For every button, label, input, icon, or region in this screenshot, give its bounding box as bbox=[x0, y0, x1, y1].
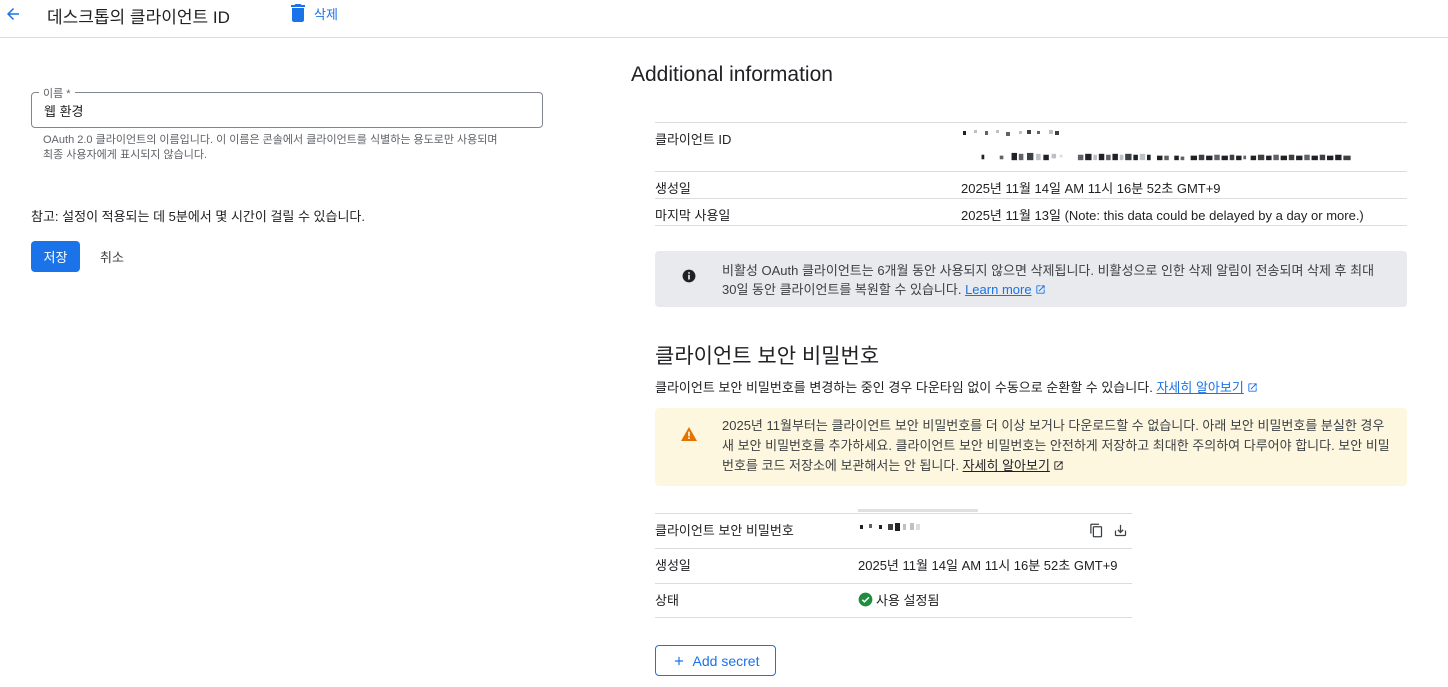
learn-more-secret-label: 자세히 알아보기 bbox=[1156, 380, 1244, 395]
check-circle-icon bbox=[858, 592, 873, 607]
secret-warning-banner: 2025년 11월부터는 클라이언트 보안 비밀번호를 더 이상 보거나 다운로… bbox=[655, 408, 1407, 486]
warning-icon bbox=[681, 427, 697, 441]
helper-line-1: OAuth 2.0 클라이언트의 이름입니다. 이 이름은 콘솔에서 클라이언트… bbox=[43, 134, 498, 146]
redacted-client-id-line-2 bbox=[981, 152, 1351, 161]
top-bar: 데스크톱의 클라이언트 ID 삭제 bbox=[0, 0, 1448, 38]
page-title: 데스크톱의 클라이언트 ID bbox=[47, 8, 230, 27]
additional-info-title: Additional information bbox=[631, 63, 833, 86]
learn-more-label: Learn more bbox=[965, 282, 1032, 297]
copy-icon bbox=[1089, 523, 1102, 537]
info-key: 클라이언트 ID bbox=[655, 132, 732, 147]
client-secret-title: 클라이언트 보안 비밀번호 bbox=[655, 345, 880, 368]
redacted-secret bbox=[860, 523, 920, 531]
cancel-button[interactable]: 취소 bbox=[92, 241, 132, 272]
secret-row-value: 클라이언트 보안 비밀번호 bbox=[655, 513, 1132, 548]
info-row-created: 생성일 2025년 11월 14일 AM 11시 16분 52초 GMT+9 bbox=[655, 171, 1407, 198]
learn-more-warning-label: 자세히 알아보기 bbox=[962, 458, 1050, 473]
inactive-client-notice: 비활성 OAuth 클라이언트는 6개월 동안 사용되지 않으면 삭제됩니다. … bbox=[655, 251, 1407, 307]
client-secret-desc-text: 클라이언트 보안 비밀번호를 변경하는 중인 경우 다운타임 없이 수동으로 순… bbox=[655, 380, 1153, 395]
secret-column-indicator bbox=[858, 509, 978, 512]
plus-icon bbox=[674, 656, 683, 665]
trash-icon bbox=[291, 4, 305, 22]
delete-label: 삭제 bbox=[314, 6, 338, 22]
info-icon bbox=[682, 269, 696, 283]
open-in-new-icon bbox=[1035, 285, 1045, 294]
arrow-left-icon bbox=[7, 8, 19, 20]
notice-text: 비활성 OAuth 클라이언트는 6개월 동안 사용되지 않으면 삭제됩니다. … bbox=[722, 263, 1375, 297]
secret-row-created: 생성일 2025년 11월 14일 AM 11시 16분 52초 GMT+9 bbox=[655, 548, 1132, 583]
download-secret-button[interactable] bbox=[1111, 521, 1129, 539]
status-label: 사용 설정됨 bbox=[876, 593, 940, 608]
secret-value: 2025년 11월 14일 AM 11시 16분 52초 GMT+9 bbox=[858, 558, 1118, 573]
additional-info-table: 클라이언트 ID 생성일 2025년 11월 14일 AM 11시 16분 52… bbox=[655, 122, 1407, 226]
learn-more-warning-link[interactable]: 자세히 알아보기 bbox=[963, 458, 1064, 473]
secret-key: 클라이언트 보안 비밀번호 bbox=[655, 523, 794, 538]
secret-key: 상태 bbox=[655, 593, 679, 608]
client-secret-table: 클라이언트 보안 비밀번호 생성일 2025년 11월 14일 AM 11시 1… bbox=[655, 509, 1132, 618]
info-key: 생성일 bbox=[655, 181, 691, 196]
secret-row-status: 상태 사용 설정됨 bbox=[655, 583, 1132, 618]
redacted-client-id bbox=[963, 130, 1059, 136]
name-label: 이름 * bbox=[39, 85, 75, 101]
table-divider bbox=[655, 225, 1407, 226]
back-button[interactable] bbox=[2, 3, 24, 25]
download-icon bbox=[1114, 524, 1126, 536]
delete-button[interactable]: 삭제 bbox=[290, 3, 338, 23]
secret-key: 생성일 bbox=[655, 558, 691, 573]
info-value: 2025년 11월 13일 (Note: this data could be … bbox=[961, 208, 1364, 223]
notice-text-block: 비활성 OAuth 클라이언트는 6개월 동안 사용되지 않으면 삭제됩니다. … bbox=[722, 261, 1392, 299]
add-secret-label: Add secret bbox=[692, 652, 760, 669]
learn-more-secret-link[interactable]: 자세히 알아보기 bbox=[1156, 380, 1257, 395]
settings-note: 참고: 설정이 적용되는 데 5분에서 몇 시간이 걸릴 수 있습니다. bbox=[31, 209, 366, 224]
learn-more-link[interactable]: Learn more bbox=[965, 282, 1045, 297]
status-badge: 사용 설정됨 bbox=[858, 590, 939, 609]
warning-text-block: 2025년 11월부터는 클라이언트 보안 비밀번호를 더 이상 보거나 다운로… bbox=[722, 416, 1398, 476]
name-helper-text: OAuth 2.0 클라이언트의 이름입니다. 이 이름은 콘솔에서 클라이언트… bbox=[43, 133, 533, 163]
save-button[interactable]: 저장 bbox=[31, 241, 80, 272]
helper-line-2: 최종 사용자에게 표시되지 않습니다. bbox=[43, 149, 208, 161]
add-secret-button[interactable]: Add secret bbox=[655, 645, 776, 676]
copy-secret-button[interactable] bbox=[1087, 521, 1105, 539]
info-value: 2025년 11월 14일 AM 11시 16분 52초 GMT+9 bbox=[961, 181, 1221, 196]
open-in-new-icon bbox=[1054, 461, 1063, 470]
client-secret-description: 클라이언트 보안 비밀번호를 변경하는 중인 경우 다운타임 없이 수동으로 순… bbox=[655, 377, 1258, 396]
name-input[interactable] bbox=[44, 100, 524, 120]
info-row-last-used: 마지막 사용일 2025년 11월 13일 (Note: this data c… bbox=[655, 198, 1407, 225]
info-row-client-id: 클라이언트 ID bbox=[655, 122, 1407, 171]
name-field: 이름 * bbox=[31, 85, 543, 128]
info-key: 마지막 사용일 bbox=[655, 208, 731, 223]
open-in-new-icon bbox=[1248, 383, 1257, 392]
